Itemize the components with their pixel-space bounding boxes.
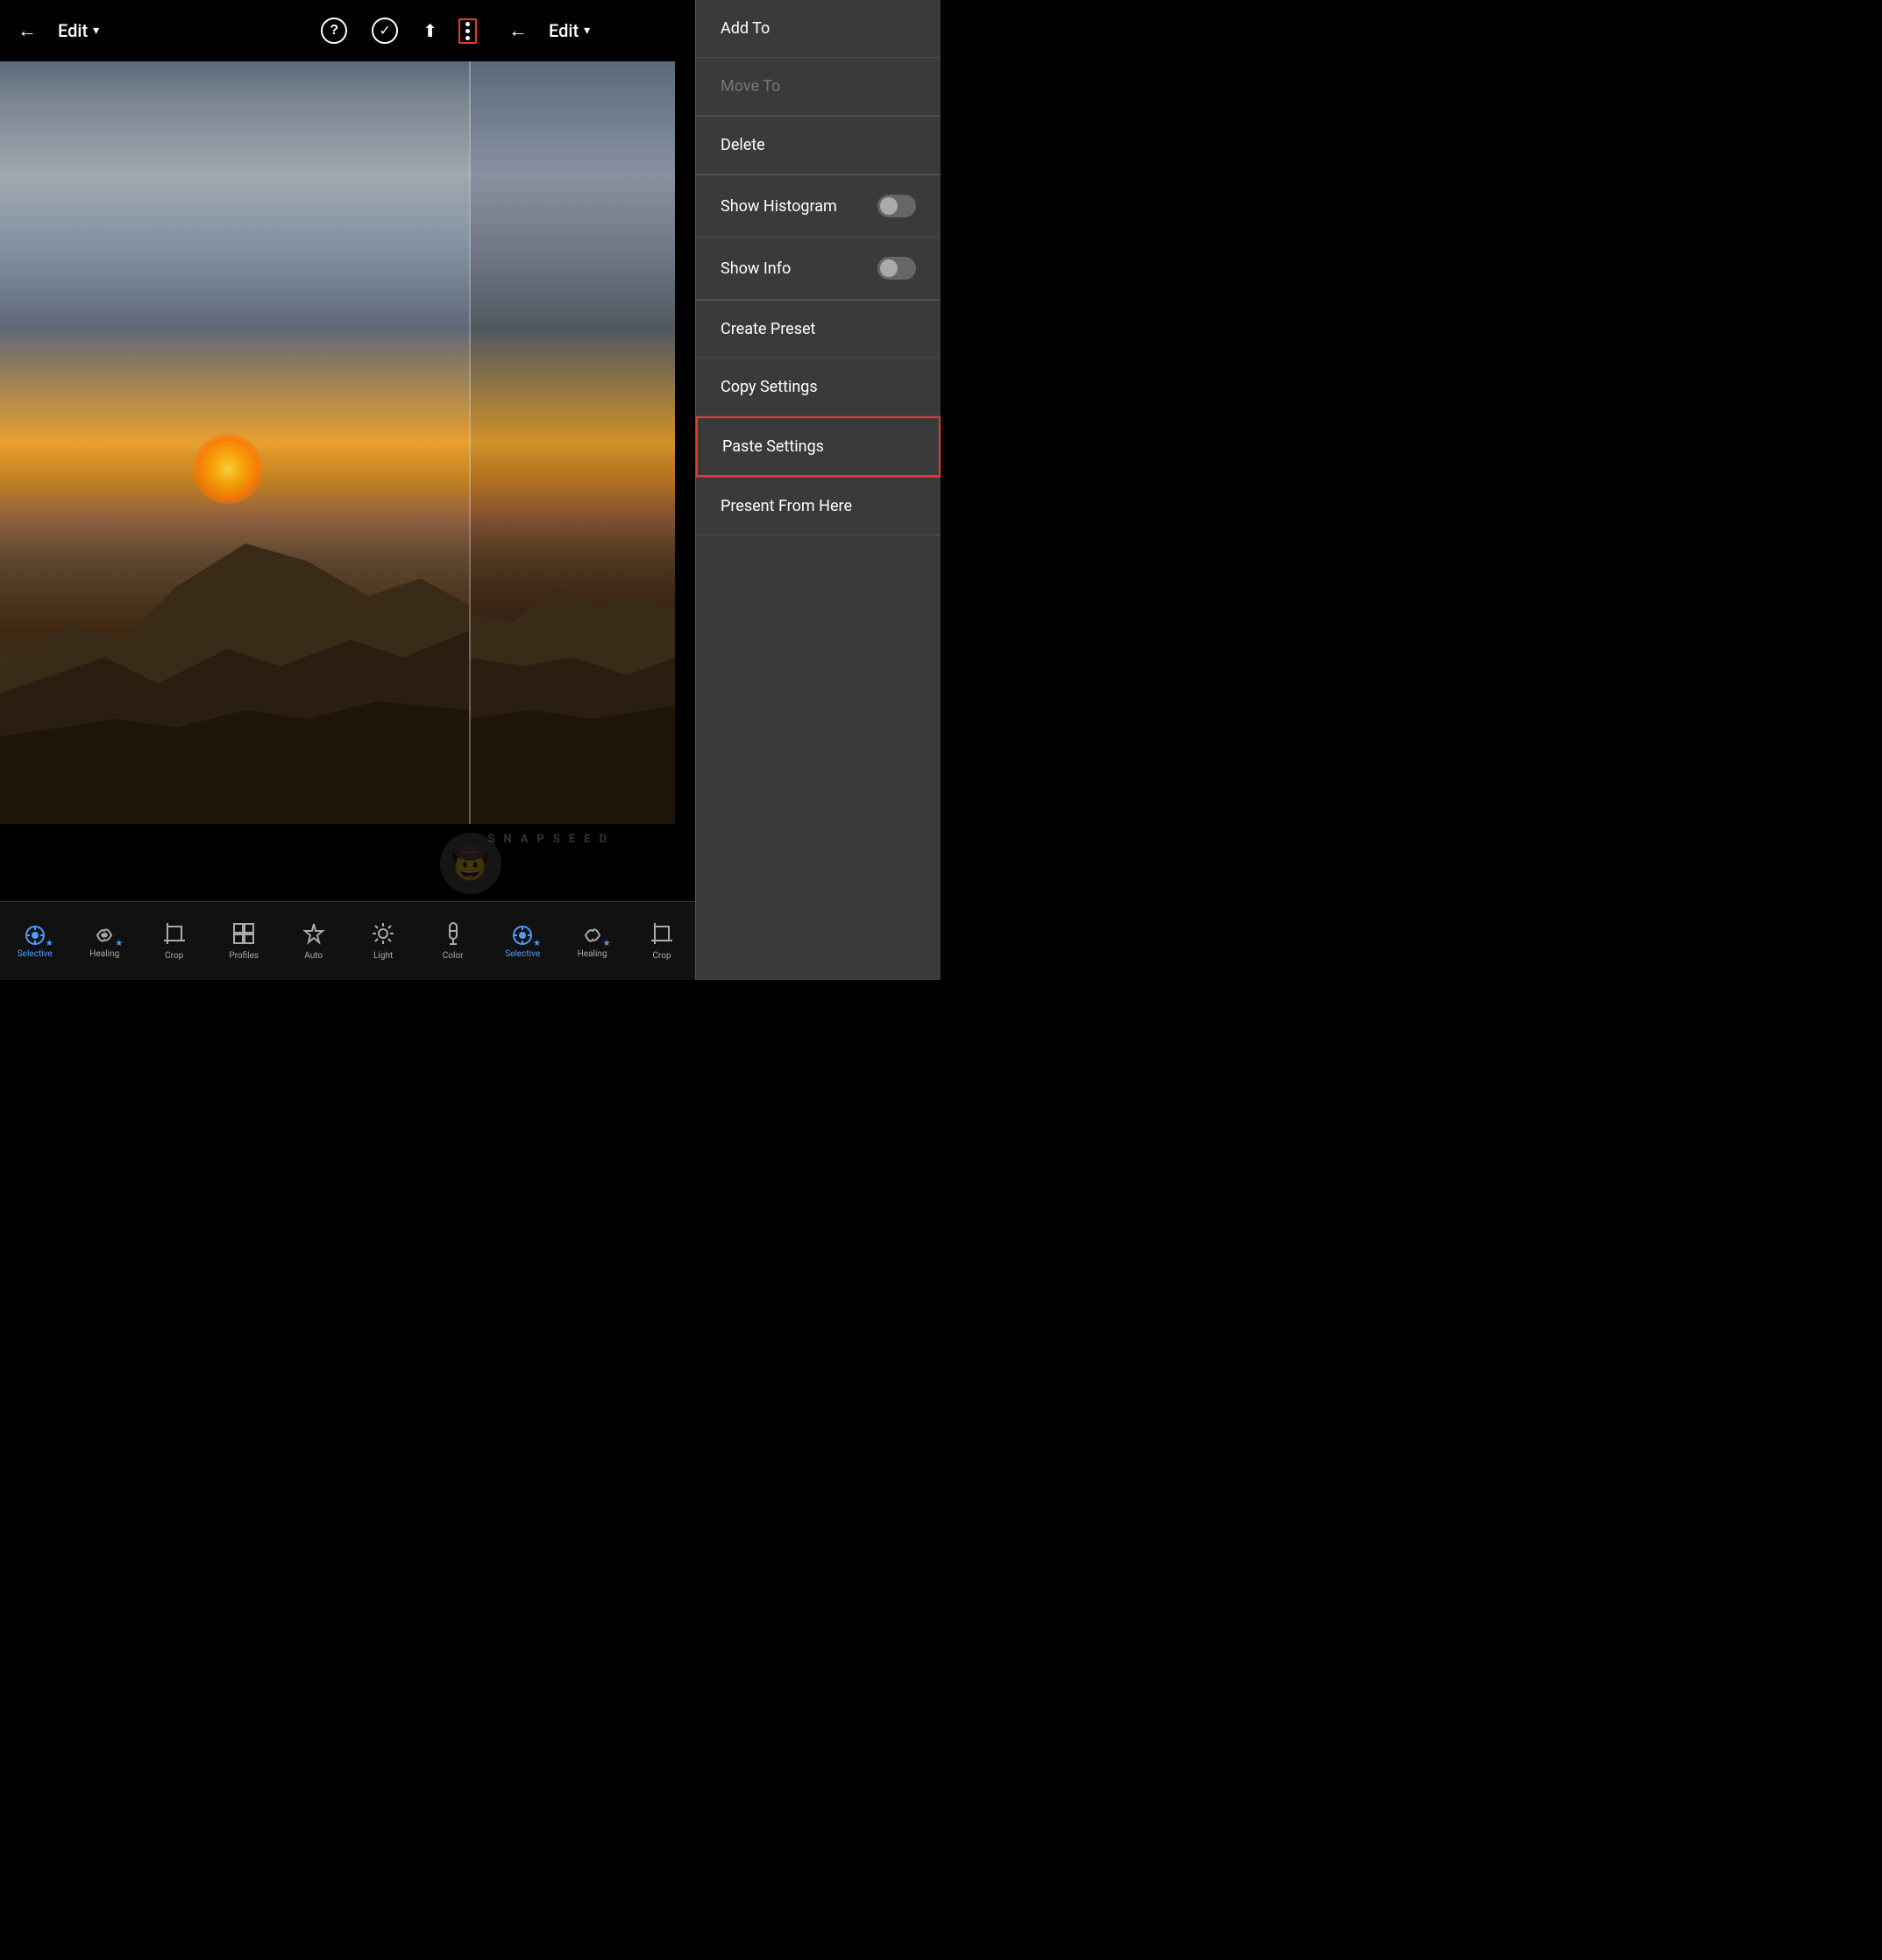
share-button[interactable]: ⬆: [419, 17, 441, 46]
healing-label-1: Healing: [89, 950, 119, 959]
color-icon-1: [442, 922, 465, 948]
image-right: [469, 61, 675, 824]
menu-item-paste-settings-label: Paste Settings: [722, 437, 824, 456]
menu-item-present-from-here-label: Present From Here: [721, 497, 852, 515]
menu-item-present-from-here[interactable]: Present From Here: [696, 478, 941, 536]
healing-badge-2: ★: [603, 940, 611, 948]
toolbar-item-healing-2[interactable]: ★ Healing: [557, 902, 627, 981]
menu-item-create-preset[interactable]: Create Preset: [696, 301, 941, 359]
selective-badge-1: ★: [46, 940, 53, 948]
crop-icon-2: [650, 922, 673, 948]
auto-icon-1: [302, 922, 325, 948]
share-icon: ⬆: [423, 20, 437, 42]
selective-label-1: Selective: [18, 950, 53, 959]
back-icon-right: ←: [508, 19, 528, 42]
back-button-right[interactable]: ←: [505, 16, 531, 46]
back-button[interactable]: ←: [14, 16, 40, 46]
image-left: [0, 61, 469, 824]
menu-item-show-histogram[interactable]: Show Histogram: [696, 175, 941, 238]
more-icon: [465, 22, 470, 40]
help-button[interactable]: ?: [317, 14, 351, 47]
mountain-svg-right: [469, 386, 675, 824]
toolbar-item-light-1[interactable]: Light: [348, 902, 417, 981]
crop-label-1: Crop: [165, 952, 183, 961]
dropdown-menu: Add To Move To Delete Show Histogram Sho…: [695, 0, 941, 980]
selective-label-2: Selective: [505, 950, 540, 959]
healing-icon-2: ★: [581, 924, 604, 947]
selective-icon-2: ★: [511, 924, 534, 947]
healing-label-2: Healing: [578, 950, 607, 959]
menu-item-copy-settings[interactable]: Copy Settings: [696, 359, 941, 416]
edit-title-right[interactable]: Edit ▾: [549, 20, 590, 41]
toolbar-item-selective-2[interactable]: ★ Selective: [487, 902, 557, 981]
menu-item-delete[interactable]: Delete: [696, 117, 941, 174]
profiles-icon-1: [232, 922, 255, 948]
help-icon: ?: [321, 18, 347, 44]
toolbar-item-auto-1[interactable]: Auto: [279, 902, 348, 981]
color-label-1: Color: [443, 952, 464, 961]
menu-item-delete-label: Delete: [721, 136, 765, 154]
menu-item-create-preset-label: Create Preset: [721, 320, 815, 338]
toolbar-item-crop-2[interactable]: Crop: [627, 902, 696, 981]
toggle-knob-2: [880, 259, 898, 277]
selective-badge-2: ★: [533, 940, 541, 948]
menu-item-move-to[interactable]: Move To: [696, 58, 941, 116]
toolbar-item-healing-1[interactable]: ★ Healing: [69, 902, 138, 981]
profiles-label-1: Profiles: [229, 952, 259, 961]
image-split-line: [469, 61, 471, 824]
image-area: [0, 61, 675, 824]
toolbar-item-color-1[interactable]: Color: [418, 902, 487, 981]
edit-chevron-right: ▾: [584, 24, 590, 38]
selective-icon-1: ★: [24, 924, 46, 947]
light-label-1: Light: [373, 952, 393, 961]
edit-label-right: Edit: [549, 20, 579, 41]
watermark: 🤠: [440, 833, 501, 894]
menu-item-show-histogram-label: Show Histogram: [721, 197, 837, 216]
toolbar-item-crop-1[interactable]: Crop: [139, 902, 209, 981]
menu-item-add-to[interactable]: Add To: [696, 0, 941, 58]
menu-item-move-to-label: Move To: [721, 77, 780, 96]
healing-badge-1: ★: [115, 940, 123, 948]
edit-chevron-left: ▾: [93, 24, 99, 38]
crop-icon-1: [163, 922, 186, 948]
menu-item-copy-settings-label: Copy Settings: [721, 378, 818, 396]
healing-icon-1: ★: [93, 924, 116, 947]
light-icon-1: [372, 922, 394, 948]
toggle-knob: [880, 197, 898, 215]
crop-label-2: Crop: [653, 952, 671, 961]
more-button-highlighted[interactable]: [458, 18, 477, 44]
check-button[interactable]: ✓: [368, 14, 401, 47]
check-icon: ✓: [372, 18, 398, 44]
toolbar-item-profiles-1[interactable]: Profiles: [209, 902, 278, 981]
toolbar-item-selective-1[interactable]: ★ Selective: [0, 902, 69, 981]
top-bar-left: ← Edit ▾ ? ✓ ⬆: [0, 0, 491, 61]
watermark-text: SNAPSEED: [488, 833, 615, 846]
menu-item-show-info-label: Show Info: [721, 259, 791, 278]
mountain-svg-left: [0, 386, 469, 824]
edit-label-left: Edit: [58, 20, 88, 41]
menu-item-paste-settings[interactable]: Paste Settings: [696, 416, 941, 477]
show-info-toggle[interactable]: [877, 257, 916, 280]
menu-item-show-info[interactable]: Show Info: [696, 238, 941, 300]
auto-label-1: Auto: [304, 952, 323, 961]
edit-title-left[interactable]: Edit ▾: [58, 20, 99, 41]
back-icon: ←: [18, 19, 37, 42]
show-histogram-toggle[interactable]: [877, 195, 916, 217]
menu-item-add-to-label: Add To: [721, 19, 770, 38]
